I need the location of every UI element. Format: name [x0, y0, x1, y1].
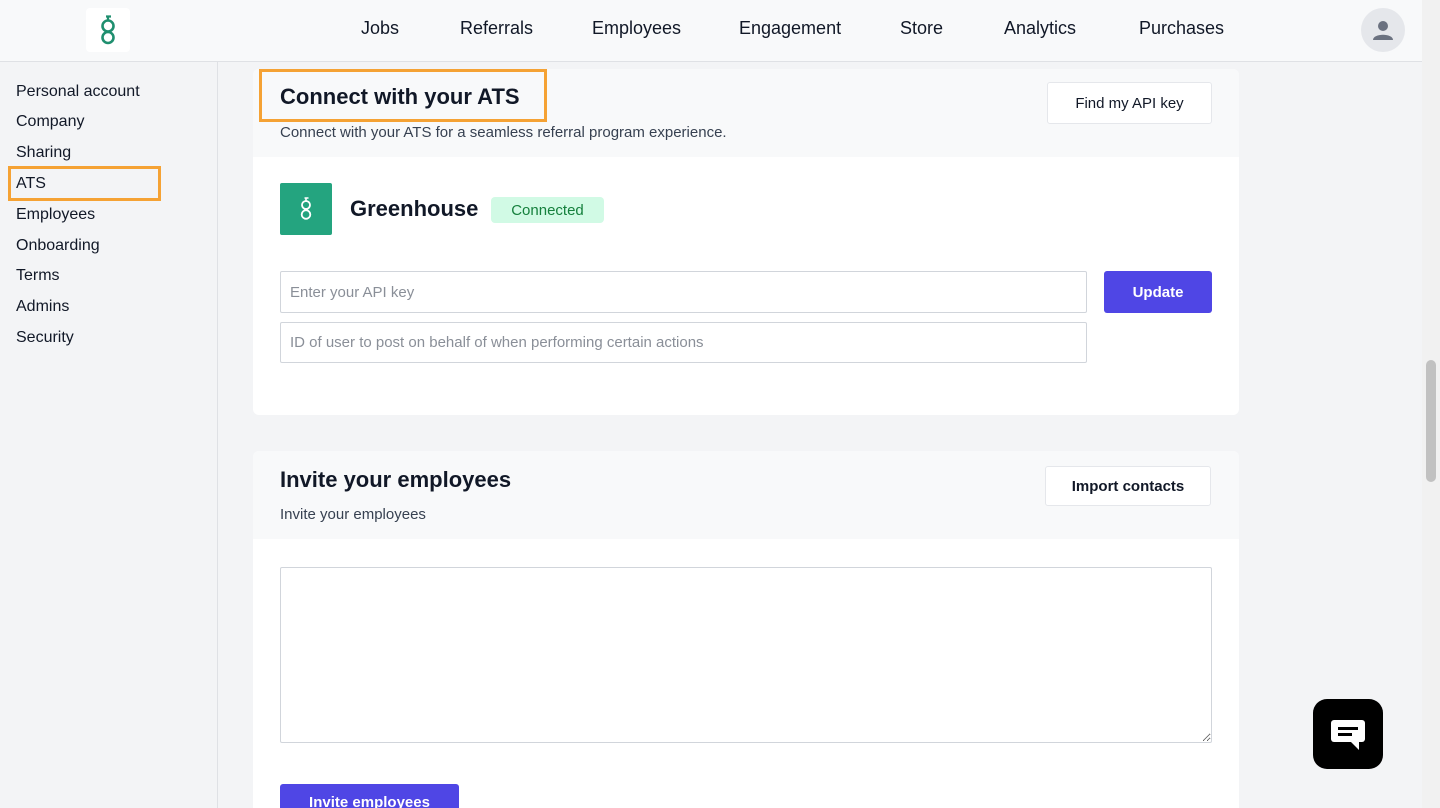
greenhouse-logo-icon: [280, 183, 332, 235]
nav-purchases[interactable]: Purchases: [1139, 18, 1224, 39]
status-badge: Connected: [491, 197, 604, 223]
sidebar-item-personal-account[interactable]: Personal account: [16, 83, 140, 101]
invite-card-subtitle: Invite your employees: [280, 506, 426, 523]
invite-emails-textarea[interactable]: [280, 567, 1212, 743]
ats-card-subtitle: Connect with your ATS for a seamless ref…: [280, 124, 727, 141]
ats-card-header: Connect with your ATS Connect with your …: [253, 69, 1239, 157]
chat-icon[interactable]: [1313, 699, 1383, 769]
nav-employees[interactable]: Employees: [592, 18, 681, 39]
nav-jobs[interactable]: Jobs: [361, 18, 399, 39]
user-id-input[interactable]: [280, 322, 1087, 363]
invite-card-title: Invite your employees: [280, 467, 512, 492]
import-contacts-button[interactable]: Import contacts: [1045, 466, 1211, 506]
nav-engagement[interactable]: Engagement: [739, 18, 841, 39]
nav-store[interactable]: Store: [900, 18, 943, 39]
sidebar-item-ats[interactable]: ATS: [16, 175, 46, 193]
update-button[interactable]: Update: [1104, 271, 1212, 313]
ats-card-title: Connect with your ATS: [280, 84, 520, 109]
integration-name: Greenhouse: [350, 196, 479, 221]
settings-sidebar: Personal account Company Sharing ATS Emp…: [0, 62, 218, 808]
sidebar-item-sharing[interactable]: Sharing: [16, 144, 71, 162]
ats-card: Connect with your ATS Connect with your …: [253, 69, 1239, 415]
user-avatar-icon[interactable]: [1361, 8, 1405, 52]
sidebar-item-security[interactable]: Security: [16, 329, 74, 347]
find-api-key-button[interactable]: Find my API key: [1047, 82, 1212, 124]
api-key-input[interactable]: [280, 271, 1087, 313]
nav-referrals[interactable]: Referrals: [460, 18, 533, 39]
sidebar-item-terms[interactable]: Terms: [16, 267, 60, 285]
invite-card: Invite your employees Invite your employ…: [253, 451, 1239, 808]
greenhouse-logo-icon[interactable]: [86, 8, 130, 52]
sidebar-item-company[interactable]: Company: [16, 113, 84, 131]
invite-employees-button[interactable]: Invite employees: [280, 784, 459, 808]
invite-card-header: Invite your employees Invite your employ…: [253, 451, 1239, 539]
sidebar-item-employees[interactable]: Employees: [16, 206, 95, 224]
page-scrollbar[interactable]: [1422, 0, 1440, 808]
nav-analytics[interactable]: Analytics: [1004, 18, 1076, 39]
sidebar-item-onboarding[interactable]: Onboarding: [16, 237, 100, 255]
scrollbar-thumb[interactable]: [1426, 360, 1436, 482]
sidebar-item-admins[interactable]: Admins: [16, 298, 69, 316]
top-navigation: Jobs Referrals Employees Engagement Stor…: [0, 0, 1422, 62]
